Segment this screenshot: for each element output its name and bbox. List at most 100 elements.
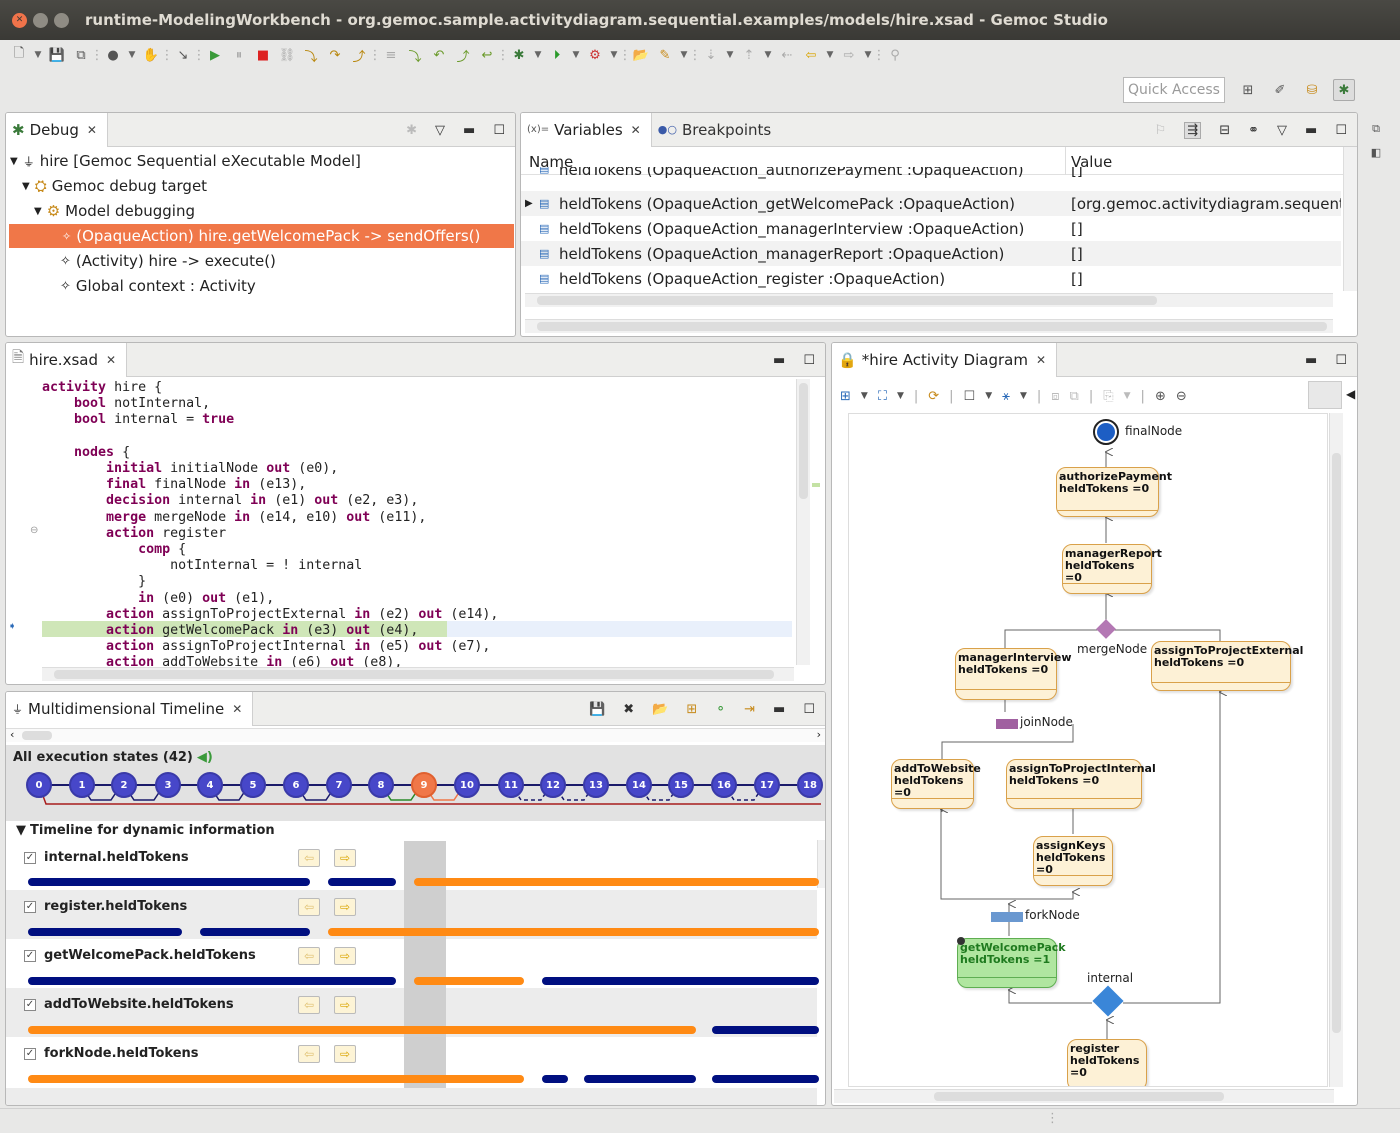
minimize-icon[interactable]: ▬ [463,123,475,138]
join-node[interactable] [996,719,1018,729]
tree-item-frame[interactable]: ✧ (Activity) hire -> execute() [60,249,276,273]
row-checkbox[interactable]: ✓ [24,851,36,864]
diagram-vertical-scrollbar[interactable] [1329,413,1343,1087]
code-line[interactable]: initial initialNode out (e0), [42,461,498,477]
select-all-icon[interactable]: ⚭ [1248,123,1259,138]
back-icon[interactable]: ⇦ [800,44,822,66]
maximize-icon[interactable]: ☐ [493,123,505,138]
new-icon[interactable]: 🗋 [8,44,30,66]
new-dropdown-icon[interactable]: ▼ [32,44,44,66]
scrollbar-thumb[interactable] [1332,453,1341,1033]
row-checkbox[interactable]: ✓ [24,949,36,962]
select-all-icon[interactable]: ☐ [964,389,976,404]
run-config-dropdown-icon[interactable]: ▼ [126,44,138,66]
scrollbar-thumb[interactable] [537,322,1327,331]
minimize-window-button[interactable] [33,12,48,28]
code-line[interactable]: action register [42,526,498,542]
resume-icon[interactable]: ▶ [204,44,226,66]
expand-icon[interactable]: ▶ [525,198,533,209]
filters-dropdown-icon[interactable]: ▼ [897,391,904,401]
execution-state-18[interactable]: 18 [797,772,823,798]
timeline-top-scrollbar[interactable]: ‹ › [6,728,825,742]
node-register[interactable]: register heldTokens =0 [1067,1039,1147,1086]
fork-node[interactable] [991,912,1023,922]
node-assign-keys[interactable]: assignKeys heldTokens =0 [1033,836,1113,886]
variable-row[interactable]: ▶ ▤ heldTokens (OpaqueAction_getWelcomeP… [521,191,1341,216]
zoom-combo[interactable] [1308,381,1342,409]
show-logical-structure-icon[interactable]: ⇶ [1184,121,1202,139]
run-config-icon[interactable]: ● [102,44,124,66]
hand-icon[interactable]: ✋ [140,44,162,66]
collapse-icon[interactable]: ▼ [16,823,26,838]
save-icon[interactable]: 💾 [46,44,68,66]
variable-row[interactable]: ▤ heldTokens (OpaqueAction_authorizePaym… [521,167,1341,189]
value-bar[interactable] [542,977,819,985]
code-area[interactable]: activity hire { bool notInternal, bool i… [42,380,498,672]
execution-state-4[interactable]: 4 [197,772,223,798]
maximize-icon[interactable]: ☐ [803,702,815,717]
prev-value-button[interactable]: ⇦ [298,898,320,916]
execution-state-11[interactable]: 11 [498,772,524,798]
value-bar[interactable] [414,878,819,886]
scrollbar-thumb[interactable] [934,1092,1224,1101]
skip-breakpoints-icon[interactable]: ↘ [172,44,194,66]
back-dropdown-icon[interactable]: ▼ [824,44,836,66]
forward-icon[interactable]: ⇨ [838,44,860,66]
modeling-perspective-icon[interactable]: ✐ [1269,79,1291,101]
node-authorize-payment[interactable]: authorizePayment heldTokens =0 [1056,467,1172,517]
variable-row[interactable]: ▤ heldTokens (OpaqueAction_managerInterv… [521,216,1341,241]
restore-icon[interactable]: ⧉ [1372,122,1380,136]
clear-icon[interactable]: ✖ [623,702,634,717]
collapse-icon[interactable]: ▼ [22,181,30,192]
node-assign-to-project-external[interactable]: assignToProjectExternal heldTokens =0 [1151,641,1303,691]
execution-state-14[interactable]: 14 [626,772,652,798]
node-assign-to-project-internal[interactable]: assignToProjectInternal heldTokens =0 [1006,759,1156,809]
close-tab-icon[interactable]: ✕ [631,123,641,137]
value-bar[interactable] [328,878,396,886]
quick-access-input[interactable]: Quick Access [1123,77,1225,103]
execution-state-0[interactable]: 0 [26,772,52,798]
git-perspective-icon[interactable]: ⛁ [1301,79,1323,101]
value-bar[interactable] [28,878,310,886]
variables-horizontal-scrollbar[interactable] [525,293,1333,307]
row-checkbox[interactable]: ✓ [24,998,36,1011]
collapse-icon[interactable]: ▼ [34,206,42,217]
maximize-window-button[interactable] [54,12,69,28]
node-manager-interview[interactable]: managerInterview heldTokens =0 [955,648,1072,700]
drop-to-frame-icon[interactable]: ≡ [380,44,402,66]
run-dropdown-icon[interactable]: ▼ [570,44,582,66]
open-type-icon[interactable]: 📂 [630,44,652,66]
minimized-view-icon[interactable]: ◧ [1371,146,1381,159]
next-value-button[interactable]: ⇨ [334,898,356,916]
copy-format-icon[interactable]: ⎘ [1103,389,1113,404]
editor-vertical-scrollbar[interactable] [796,379,810,665]
prev-value-button[interactable]: ⇦ [298,947,320,965]
next-value-button[interactable]: ⇨ [334,996,356,1014]
row-checkbox[interactable]: ✓ [24,900,36,913]
maximize-icon[interactable]: ☐ [803,353,815,368]
execution-state-10[interactable]: 10 [454,772,480,798]
filters-icon[interactable]: ⛶ [878,389,887,404]
next-value-button[interactable]: ⇨ [334,1045,356,1063]
layout-icon[interactable]: ⊞ [686,702,697,717]
back-step-over-icon[interactable]: ↶ [428,44,450,66]
prev-value-button[interactable]: ⇦ [298,849,320,867]
code-line[interactable]: decision internal in (e1) out (e2, e3), [42,493,498,509]
execution-state-6[interactable]: 6 [283,772,309,798]
execution-state-3[interactable]: 3 [155,772,181,798]
collapse-all-icon[interactable]: ⊟ [1219,123,1230,138]
collapse-icon[interactable]: ▼ [10,156,18,167]
layers-dropdown-icon[interactable]: ▼ [861,391,868,401]
layers-icon[interactable]: ⊞ [840,389,851,404]
step-over-icon[interactable]: ↷ [324,44,346,66]
code-line[interactable]: activity hire { [42,380,498,396]
value-bar[interactable] [712,1026,819,1034]
prev-value-button[interactable]: ⇦ [298,1045,320,1063]
arrange-icon[interactable]: ⚹ [1002,389,1010,404]
code-line[interactable]: } [42,574,498,590]
execution-state-2[interactable]: 2 [111,772,137,798]
speaker-icon[interactable]: ◀) [197,750,213,765]
breakpoint-icon[interactable]: ⚬ [715,702,726,717]
code-line[interactable] [42,429,498,445]
suspend-icon[interactable]: ⏸ [228,44,250,66]
